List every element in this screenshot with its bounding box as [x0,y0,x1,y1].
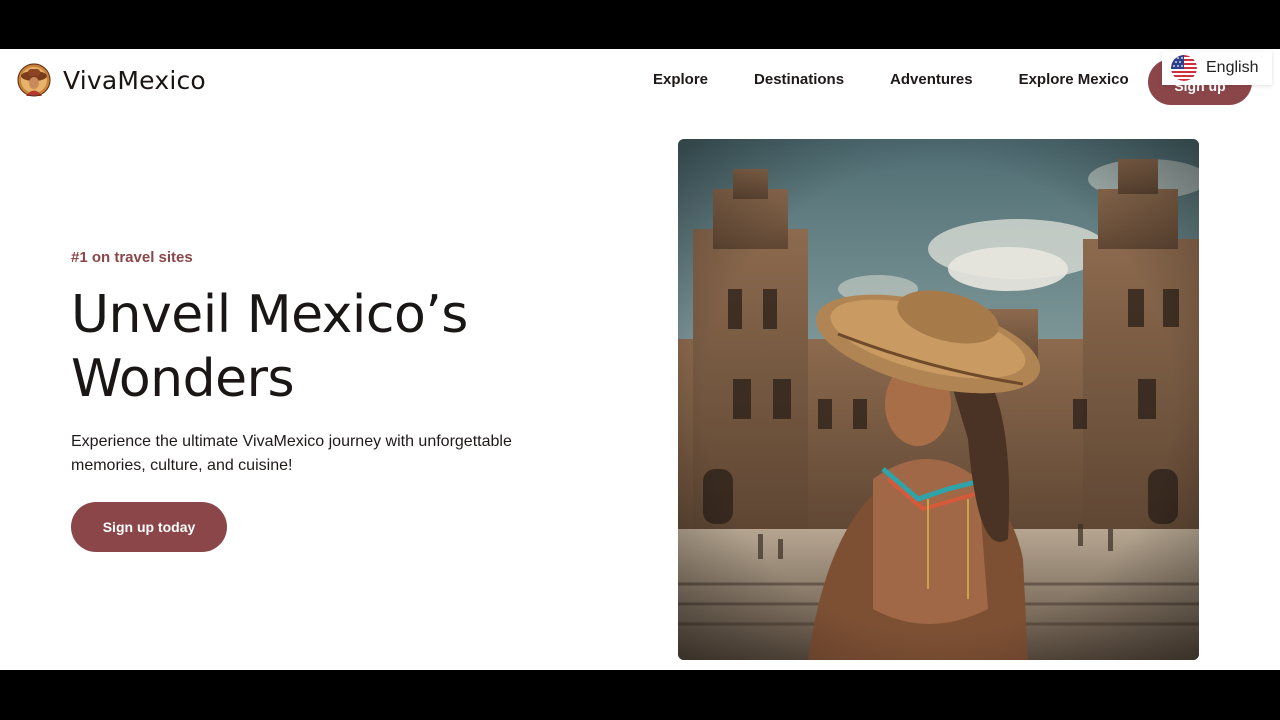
landing-page: VivaMexico Explore Destinations Adventur… [0,49,1280,670]
hero-eyebrow: #1 on travel sites [71,249,193,266]
brand-name: VivaMexico [63,65,206,95]
hero-headline: Unveil Mexico’s Wonders [71,283,591,411]
mexican-woman-portrait-icon [17,63,51,97]
top-letterbox [0,0,1280,49]
nav-item-destinations[interactable]: Destinations [754,71,844,88]
hero-photo-illustration [678,139,1199,660]
brand-logo[interactable]: VivaMexico [17,63,206,97]
hero-headline-line-1: Unveil Mexico’s [71,285,468,345]
hero-subtext: Experience the ultimate VivaMexico journ… [71,433,512,474]
bottom-letterbox [0,670,1280,720]
signup-today-button[interactable]: Sign up today [71,502,227,552]
nav-item-explore[interactable]: Explore [653,71,708,88]
language-selector[interactable]: English [1162,51,1272,85]
language-label: English [1206,59,1259,76]
hero-headline-line-2: Wonders [71,349,295,409]
nav-item-explore-mexico[interactable]: Explore Mexico [1019,71,1129,88]
main-nav: Explore Destinations Adventures Explore … [653,71,1129,88]
nav-item-adventures[interactable]: Adventures [890,71,973,88]
site-header: VivaMexico Explore Destinations Adventur… [0,49,1280,113]
woman-in-sombrero-at-cathedral-photo [678,139,1199,660]
us-flag-icon [1171,55,1197,81]
